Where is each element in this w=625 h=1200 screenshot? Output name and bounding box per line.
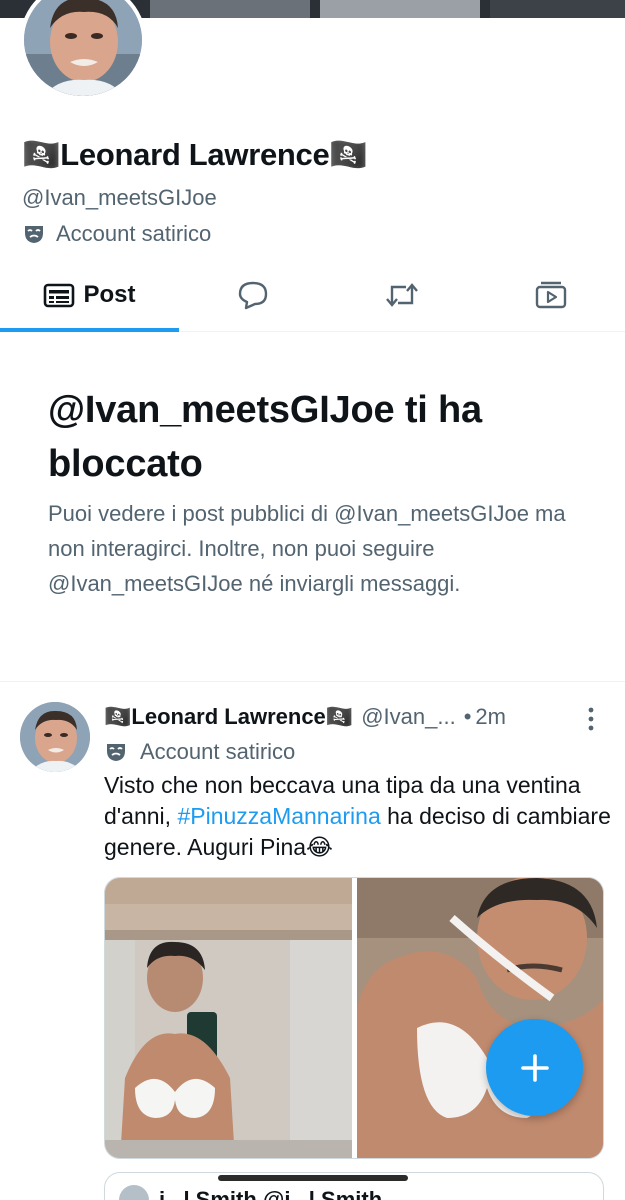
banner-image-part <box>320 0 480 18</box>
tab-reposts[interactable] <box>327 258 477 332</box>
post-author-name[interactable]: 🏴‍☠️Leonard Lawrence🏴‍☠️ <box>104 704 353 730</box>
profile-avatar[interactable] <box>20 0 146 100</box>
theater-mask-icon <box>25 226 43 243</box>
post-image-1[interactable] <box>105 878 352 1159</box>
blocked-notice-title: @Ivan_meetsGIJoe ti ha bloccato <box>48 389 482 485</box>
post-author-handle[interactable]: @Ivan_... <box>361 704 456 730</box>
profile-tabs: Post <box>0 258 625 332</box>
more-options-icon[interactable] <box>580 706 602 732</box>
post-header: 🏴‍☠️Leonard Lawrence🏴‍☠️ @Ivan_... • 2m <box>104 704 506 730</box>
tab-replies[interactable] <box>179 258 327 332</box>
tab-posts-label: Post <box>83 281 136 308</box>
blocked-notice-description: Puoi vedere i post pubblici di @Ivan_mee… <box>48 501 566 596</box>
section-divider <box>0 681 625 682</box>
profile-handle: @Ivan_meetsGIJoe <box>22 185 217 210</box>
post-satirical-label[interactable]: Account satirico <box>104 739 295 765</box>
satirical-account-label[interactable]: Account satirico <box>22 221 211 247</box>
banner-image-part <box>490 0 625 18</box>
plus-icon <box>520 1053 549 1082</box>
home-indicator-bar[interactable] <box>218 1175 408 1181</box>
tab-media[interactable] <box>477 258 625 332</box>
tab-posts[interactable]: Post <box>0 258 179 332</box>
profile-display-name: 🏴‍☠️Leonard Lawrence🏴‍☠️ <box>22 137 368 172</box>
media-play-icon <box>535 281 567 309</box>
theater-mask-icon <box>107 744 125 761</box>
post-author-avatar[interactable] <box>20 702 90 772</box>
hashtag-link[interactable]: #PinuzzaMannarina <box>177 803 380 829</box>
quoted-author-name: j...l Smith @j...l Smith... <box>159 1187 401 1200</box>
quoted-author-avatar <box>119 1185 149 1200</box>
repost-icon <box>386 283 418 307</box>
separator-dot: • <box>463 704 472 729</box>
replies-bubble-icon <box>238 281 268 310</box>
compose-post-button[interactable] <box>486 1019 583 1116</box>
satirical-label-text: Account satirico <box>56 221 212 246</box>
post-image-2[interactable] <box>357 878 604 1159</box>
banner-image-part <box>150 0 310 18</box>
post-list-icon <box>44 283 75 308</box>
active-tab-indicator <box>0 328 179 332</box>
post-satirical-label-text: Account satirico <box>140 739 296 764</box>
post-text: Visto che non beccava una tipa da una ve… <box>104 770 614 863</box>
post-media-grid <box>104 877 604 1159</box>
post-timestamp[interactable]: 2m <box>475 704 506 730</box>
